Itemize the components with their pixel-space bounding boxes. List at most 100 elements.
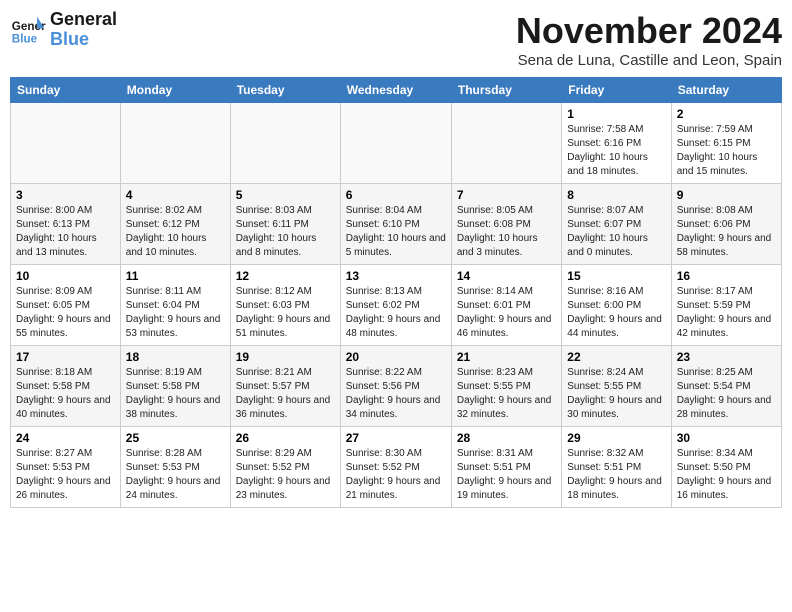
- day-info: Sunrise: 8:05 AM Sunset: 6:08 PM Dayligh…: [457, 204, 556, 260]
- calendar-week-row: 3 Sunrise: 8:00 AM Sunset: 6:13 PM Daylig…: [11, 184, 782, 265]
- calendar-cell: 15 Sunrise: 8:16 AM Sunset: 6:00 PM Dayli…: [562, 265, 671, 346]
- calendar-cell: 6Sunrise: 8:04 AM Sunset: 6:10 PM Daylig…: [340, 184, 451, 265]
- day-info: Sunrise: 8:31 AM Sunset: 5:51 PM Dayligh…: [457, 447, 556, 503]
- day-number: 20: [346, 350, 446, 364]
- day-number: 27: [346, 431, 446, 445]
- day-number: 17: [16, 350, 115, 364]
- day-info: Sunrise: 8:19 AM Sunset: 5:58 PM Dayligh…: [126, 366, 225, 422]
- day-info: Sunrise: 8:11 AM Sunset: 6:04 PM Dayligh…: [126, 285, 225, 341]
- day-info: Sunrise: 8:02 AM Sunset: 6:12 PM Dayligh…: [126, 204, 225, 260]
- day-number: 23: [677, 350, 776, 364]
- day-info: Sunrise: 8:14 AM Sunset: 6:01 PM Dayligh…: [457, 285, 556, 341]
- calendar-cell: 29 Sunrise: 8:32 AM Sunset: 5:51 PM Dayli…: [562, 427, 671, 508]
- calendar-cell: 21Sunrise: 8:23 AM Sunset: 5:55 PM Dayli…: [451, 346, 561, 427]
- svg-text:Blue: Blue: [12, 32, 38, 45]
- calendar-table: SundayMondayTuesdayWednesdayThursdayFrid…: [10, 77, 782, 508]
- day-number: 30: [677, 431, 776, 445]
- calendar-cell: 13 Sunrise: 8:13 AM Sunset: 6:02 PM Dayli…: [340, 265, 451, 346]
- calendar-cell: [120, 103, 230, 184]
- day-info: Sunrise: 8:21 AM Sunset: 5:57 PM Dayligh…: [236, 366, 335, 422]
- calendar-cell: 25 Sunrise: 8:28 AM Sunset: 5:53 PM Dayli…: [120, 427, 230, 508]
- calendar-cell: 19 Sunrise: 8:21 AM Sunset: 5:57 PM Dayli…: [230, 346, 340, 427]
- day-info: Sunrise: 8:28 AM Sunset: 5:53 PM Dayligh…: [126, 447, 225, 503]
- day-number: 6: [346, 188, 446, 202]
- day-info: Sunrise: 8:23 AM Sunset: 5:55 PM Dayligh…: [457, 366, 556, 422]
- day-info: Sunrise: 8:27 AM Sunset: 5:53 PM Dayligh…: [16, 447, 115, 503]
- logo: General Blue GeneralBlue: [10, 10, 117, 50]
- day-info: Sunrise: 8:16 AM Sunset: 6:00 PM Dayligh…: [567, 285, 665, 341]
- day-number: 5: [236, 188, 335, 202]
- day-number: 12: [236, 269, 335, 283]
- day-number: 18: [126, 350, 225, 364]
- weekday-header-sunday: Sunday: [11, 78, 121, 103]
- calendar-cell: [11, 103, 121, 184]
- calendar-cell: 27 Sunrise: 8:30 AM Sunset: 5:52 PM Dayli…: [340, 427, 451, 508]
- day-number: 26: [236, 431, 335, 445]
- day-number: 22: [567, 350, 665, 364]
- day-info: Sunrise: 7:58 AM Sunset: 6:16 PM Dayligh…: [567, 123, 665, 179]
- calendar-cell: 8 Sunrise: 8:07 AM Sunset: 6:07 PM Daylig…: [562, 184, 671, 265]
- day-number: 25: [126, 431, 225, 445]
- day-number: 24: [16, 431, 115, 445]
- calendar-cell: 11Sunrise: 8:11 AM Sunset: 6:04 PM Dayli…: [120, 265, 230, 346]
- calendar-cell: 22 Sunrise: 8:24 AM Sunset: 5:55 PM Dayli…: [562, 346, 671, 427]
- calendar-cell: 3 Sunrise: 8:00 AM Sunset: 6:13 PM Daylig…: [11, 184, 121, 265]
- day-number: 4: [126, 188, 225, 202]
- calendar-cell: 4 Sunrise: 8:02 AM Sunset: 6:12 PM Daylig…: [120, 184, 230, 265]
- day-number: 10: [16, 269, 115, 283]
- day-info: Sunrise: 8:24 AM Sunset: 5:55 PM Dayligh…: [567, 366, 665, 422]
- day-number: 3: [16, 188, 115, 202]
- calendar-cell: [340, 103, 451, 184]
- calendar-cell: 26 Sunrise: 8:29 AM Sunset: 5:52 PM Dayli…: [230, 427, 340, 508]
- calendar-cell: 28 Sunrise: 8:31 AM Sunset: 5:51 PM Dayli…: [451, 427, 561, 508]
- weekday-header-monday: Monday: [120, 78, 230, 103]
- day-info: Sunrise: 8:00 AM Sunset: 6:13 PM Dayligh…: [16, 204, 115, 260]
- calendar-cell: 16 Sunrise: 8:17 AM Sunset: 5:59 PM Dayli…: [671, 265, 781, 346]
- location-title: Sena de Luna, Castille and Leon, Spain: [516, 52, 782, 69]
- calendar-cell: 5Sunrise: 8:03 AM Sunset: 6:11 PM Daylig…: [230, 184, 340, 265]
- calendar-cell: 18 Sunrise: 8:19 AM Sunset: 5:58 PM Dayli…: [120, 346, 230, 427]
- calendar-cell: 7Sunrise: 8:05 AM Sunset: 6:08 PM Daylig…: [451, 184, 561, 265]
- calendar-cell: 14 Sunrise: 8:14 AM Sunset: 6:01 PM Dayli…: [451, 265, 561, 346]
- day-info: Sunrise: 8:07 AM Sunset: 6:07 PM Dayligh…: [567, 204, 665, 260]
- day-info: Sunrise: 8:13 AM Sunset: 6:02 PM Dayligh…: [346, 285, 446, 341]
- day-number: 13: [346, 269, 446, 283]
- calendar-cell: [230, 103, 340, 184]
- day-number: 1: [567, 107, 665, 121]
- weekday-header-wednesday: Wednesday: [340, 78, 451, 103]
- calendar-cell: 30 Sunrise: 8:34 AM Sunset: 5:50 PM Dayli…: [671, 427, 781, 508]
- day-number: 15: [567, 269, 665, 283]
- calendar-cell: [451, 103, 561, 184]
- day-info: Sunrise: 8:25 AM Sunset: 5:54 PM Dayligh…: [677, 366, 776, 422]
- day-info: Sunrise: 8:08 AM Sunset: 6:06 PM Dayligh…: [677, 204, 776, 260]
- calendar-cell: 2Sunrise: 7:59 AM Sunset: 6:15 PM Daylig…: [671, 103, 781, 184]
- logo-text: GeneralBlue: [50, 10, 117, 50]
- day-number: 8: [567, 188, 665, 202]
- calendar-cell: 9 Sunrise: 8:08 AM Sunset: 6:06 PM Daylig…: [671, 184, 781, 265]
- day-number: 29: [567, 431, 665, 445]
- day-info: Sunrise: 8:34 AM Sunset: 5:50 PM Dayligh…: [677, 447, 776, 503]
- day-info: Sunrise: 8:32 AM Sunset: 5:51 PM Dayligh…: [567, 447, 665, 503]
- calendar-week-row: 1 Sunrise: 7:58 AM Sunset: 6:16 PM Daylig…: [11, 103, 782, 184]
- day-number: 14: [457, 269, 556, 283]
- day-info: Sunrise: 8:29 AM Sunset: 5:52 PM Dayligh…: [236, 447, 335, 503]
- day-number: 28: [457, 431, 556, 445]
- weekday-header-tuesday: Tuesday: [230, 78, 340, 103]
- calendar-cell: 1 Sunrise: 7:58 AM Sunset: 6:16 PM Daylig…: [562, 103, 671, 184]
- calendar-cell: 24 Sunrise: 8:27 AM Sunset: 5:53 PM Dayli…: [11, 427, 121, 508]
- day-info: Sunrise: 7:59 AM Sunset: 6:15 PM Dayligh…: [677, 123, 776, 179]
- calendar-cell: 12 Sunrise: 8:12 AM Sunset: 6:03 PM Dayli…: [230, 265, 340, 346]
- day-number: 19: [236, 350, 335, 364]
- weekday-header-saturday: Saturday: [671, 78, 781, 103]
- page-header: General Blue GeneralBlue November 2024 S…: [10, 10, 782, 69]
- day-info: Sunrise: 8:18 AM Sunset: 5:58 PM Dayligh…: [16, 366, 115, 422]
- calendar-cell: 20Sunrise: 8:22 AM Sunset: 5:56 PM Dayli…: [340, 346, 451, 427]
- calendar-cell: 23 Sunrise: 8:25 AM Sunset: 5:54 PM Dayli…: [671, 346, 781, 427]
- day-number: 16: [677, 269, 776, 283]
- day-info: Sunrise: 8:30 AM Sunset: 5:52 PM Dayligh…: [346, 447, 446, 503]
- day-info: Sunrise: 8:12 AM Sunset: 6:03 PM Dayligh…: [236, 285, 335, 341]
- day-info: Sunrise: 8:17 AM Sunset: 5:59 PM Dayligh…: [677, 285, 776, 341]
- logo-icon: General Blue: [10, 12, 46, 48]
- calendar-cell: 17 Sunrise: 8:18 AM Sunset: 5:58 PM Dayli…: [11, 346, 121, 427]
- day-number: 9: [677, 188, 776, 202]
